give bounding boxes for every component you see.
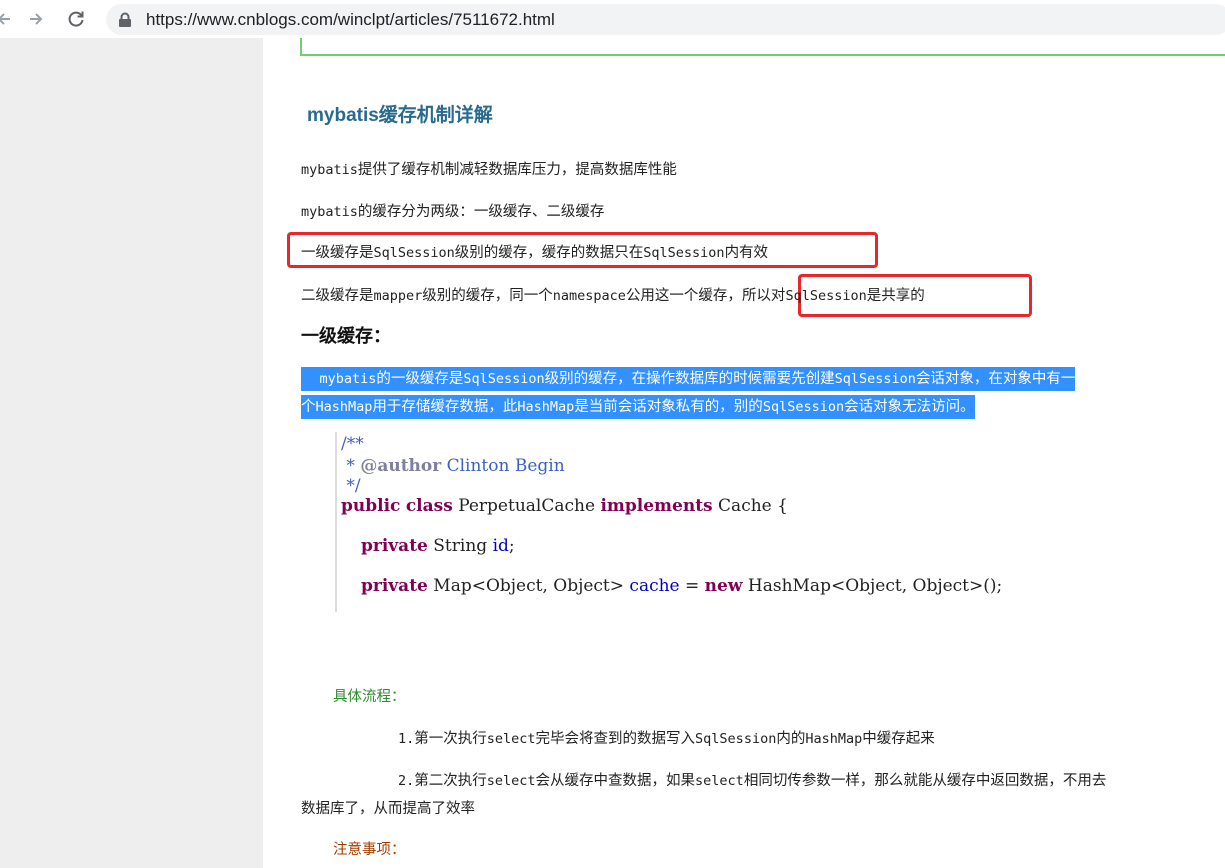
code-comment-close: */ <box>341 476 361 496</box>
paragraph-4: 二级缓存是mapper级别的缓存，同一个namespace公用这一个缓存，所以对… <box>301 288 925 304</box>
previous-block-frame <box>300 38 1225 56</box>
notes-title: 注意事项： <box>333 842 406 858</box>
step-2-line-1: 2.第二次执行select会从缓存中查数据，如果select相同切传参数一样，那… <box>398 773 1107 789</box>
forward-icon[interactable] <box>24 7 48 31</box>
paragraph-1: mybatis提供了缓存机制减轻数据库压力，提高数据库性能 <box>301 162 677 178</box>
flow-title: 具体流程： <box>333 689 406 705</box>
browser-toolbar: https://www.cnblogs.com/winclpt/articles… <box>0 0 1225 39</box>
code-field-cache: private Map<Object, Object> cache = new … <box>361 576 1003 596</box>
code-field-id: private String id; <box>361 536 515 556</box>
article-content: mybatis缓存机制详解 mybatis提供了缓存机制减轻数据库压力，提高数据… <box>263 38 1225 868</box>
url-text: https://www.cnblogs.com/winclpt/articles… <box>146 10 555 29</box>
code-class-declaration: public class PerpetualCache implements C… <box>341 496 788 516</box>
page-left-gutter <box>0 38 263 868</box>
code-author-line: * @author Clinton Begin <box>341 456 565 476</box>
article-title: mybatis缓存机制详解 <box>307 105 493 126</box>
lock-icon <box>118 12 132 28</box>
heading-first-level-cache: 一级缓存： <box>301 326 391 347</box>
code-screenshot: /** * @author Clinton Begin */ public cl… <box>335 432 1037 612</box>
back-icon[interactable] <box>0 7 16 31</box>
step-2-line-2: 数据库了，从而提高了效率 <box>301 801 475 817</box>
reload-icon[interactable] <box>64 7 88 31</box>
selected-paragraph: mybatis的一级缓存是SqlSession级别的缓存，在操作数据库的时候需要… <box>301 365 1206 421</box>
paragraph-2: mybatis的缓存分为两级：一级缓存、二级缓存 <box>301 204 605 220</box>
address-bar[interactable]: https://www.cnblogs.com/winclpt/articles… <box>106 4 1225 35</box>
paragraph-3: 一级缓存是SqlSession级别的缓存，缓存的数据只在SqlSession内有… <box>301 245 769 261</box>
step-1: 1.第一次执行select完毕会将查到的数据写入SqlSession内的Hash… <box>398 731 935 747</box>
code-comment-open: /** <box>341 434 364 454</box>
